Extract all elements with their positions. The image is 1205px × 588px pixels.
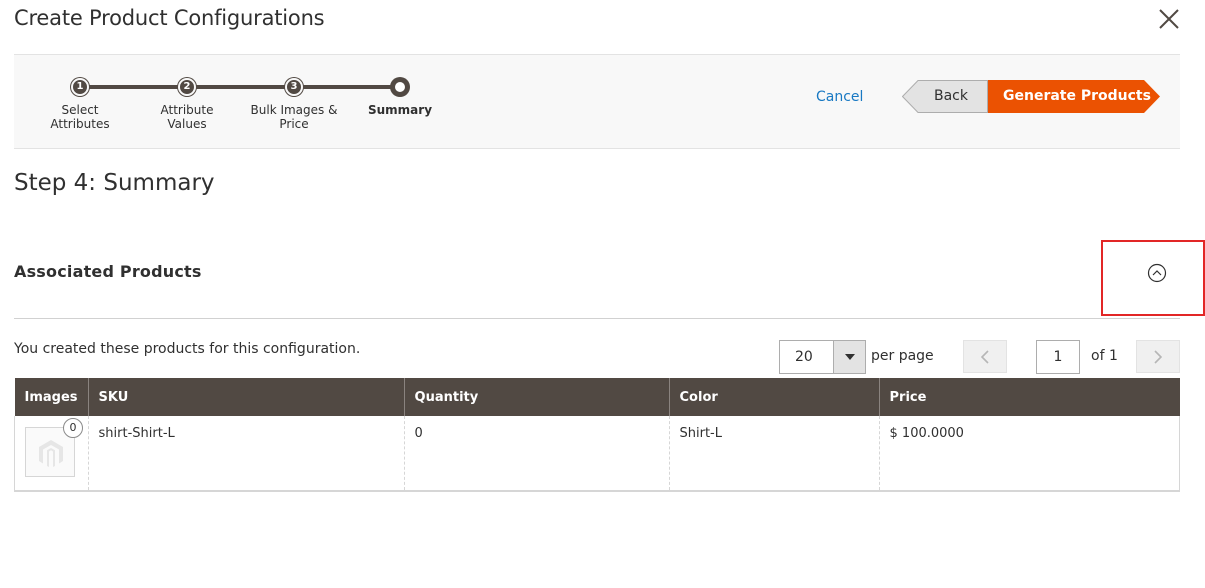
next-page-button[interactable] xyxy=(1136,340,1180,373)
column-header-price: Price xyxy=(878,378,1180,416)
per-page-select[interactable]: 20 xyxy=(779,340,866,374)
close-icon[interactable] xyxy=(1156,6,1182,32)
step-label: Bulk Images & Price xyxy=(250,103,338,131)
step-marker: 2 xyxy=(178,78,196,96)
section-divider xyxy=(14,318,1180,319)
table-header-row: Images SKU Quantity Color Price xyxy=(14,378,1180,416)
step-label: Select Attributes xyxy=(50,103,110,131)
generate-products-button[interactable]: Generate Products xyxy=(988,80,1160,113)
step-label: Summary xyxy=(367,103,433,117)
column-header-quantity: Quantity xyxy=(403,378,670,416)
magento-placeholder-icon xyxy=(39,440,63,467)
modal-title: Create Product Configurations xyxy=(14,6,325,30)
section-title: Associated Products xyxy=(14,262,202,281)
chevron-right-icon xyxy=(1154,350,1163,364)
step-marker: 1 xyxy=(71,78,89,96)
previous-page-button[interactable] xyxy=(963,340,1007,373)
chevron-left-icon xyxy=(980,350,989,364)
step-title: Step 4: Summary xyxy=(14,170,215,196)
product-thumbnail[interactable]: 0 xyxy=(25,418,83,477)
column-header-color: Color xyxy=(668,378,880,416)
column-header-images: Images xyxy=(14,378,89,416)
price-cell: $ 100.0000 xyxy=(878,416,1181,492)
step-marker: 3 xyxy=(285,78,303,96)
wizard-step-1[interactable]: 1 Select Attributes xyxy=(25,78,135,131)
total-pages-label: of 1 xyxy=(1091,348,1118,364)
dropdown-arrow-icon[interactable] xyxy=(833,341,865,373)
step-label: Attribute Values xyxy=(160,103,214,131)
image-count-badge: 0 xyxy=(63,418,83,438)
quantity-cell: 0 xyxy=(403,416,670,492)
column-header-sku: SKU xyxy=(87,378,405,416)
page-number-input[interactable]: 1 xyxy=(1036,340,1080,374)
step-marker-current xyxy=(391,78,409,96)
info-text: You created these products for this conf… xyxy=(14,341,361,357)
wizard-step-3[interactable]: 3 Bulk Images & Price xyxy=(239,78,349,131)
sku-cell: shirt-Shirt-L xyxy=(87,416,405,492)
wizard-step-2[interactable]: 2 Attribute Values xyxy=(132,78,242,131)
color-cell: Shirt-L xyxy=(668,416,880,492)
generate-products-label: Generate Products xyxy=(1003,88,1151,104)
back-button[interactable]: Back xyxy=(902,80,988,113)
back-button-label: Back xyxy=(934,88,968,104)
collapse-chevron-up-icon[interactable] xyxy=(1147,263,1167,283)
image-cell: 0 xyxy=(14,416,89,492)
wizard-bar: 1 Select Attributes 2 Attribute Values 3 B… xyxy=(14,54,1180,149)
per-page-value: 20 xyxy=(795,349,813,365)
cancel-button[interactable]: Cancel xyxy=(816,89,863,105)
per-page-label: per page xyxy=(871,348,934,364)
associated-products-table: Images SKU Quantity Color Price 0 shirt-… xyxy=(14,378,1181,492)
wizard-step-4: Summary xyxy=(345,78,455,117)
table-row: 0 shirt-Shirt-L 0 Shirt-L $ 100.0000 xyxy=(14,416,1181,492)
